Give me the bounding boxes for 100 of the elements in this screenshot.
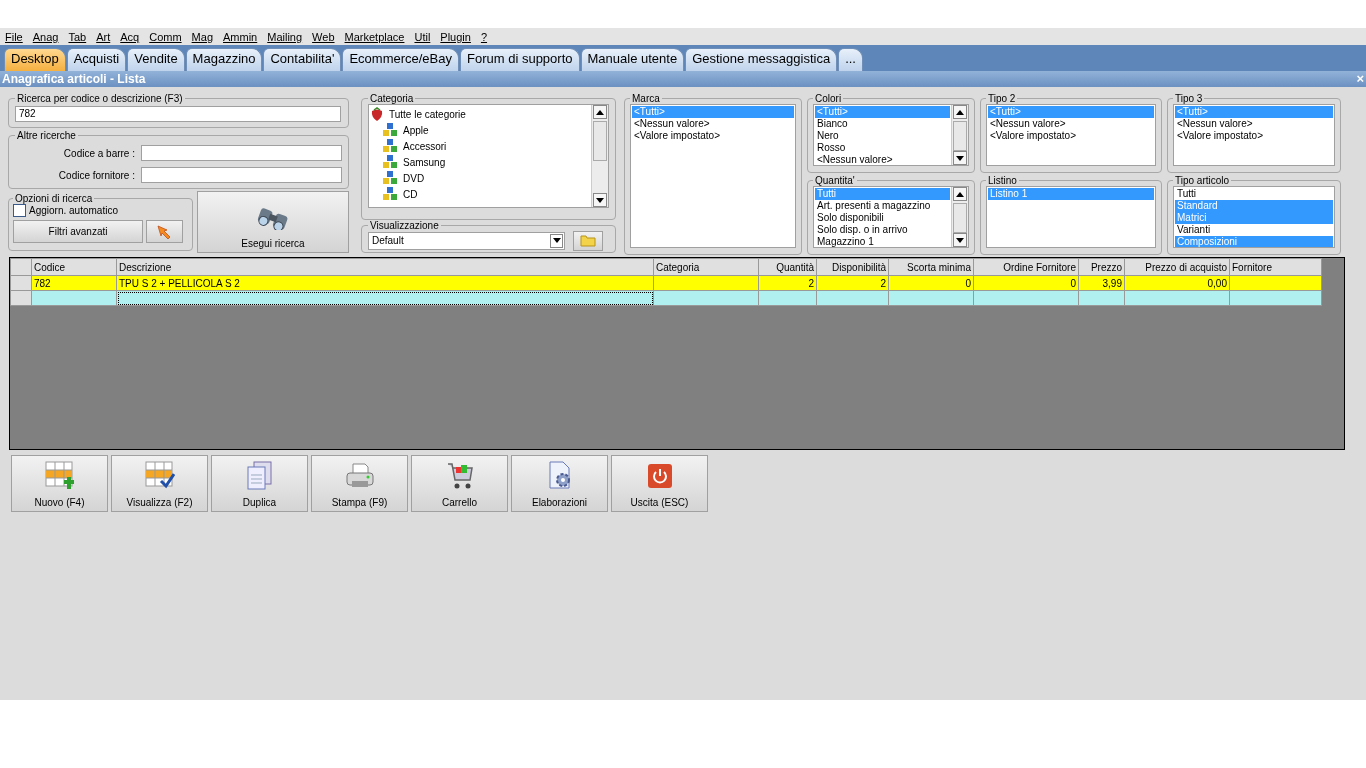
list-item[interactable]: Solo disp. o in arrivo [815, 224, 950, 236]
tab[interactable]: Gestione messaggistica [685, 48, 838, 71]
cubes-icon [382, 123, 398, 137]
toolbar-button[interactable]: Carrello [411, 455, 508, 512]
scrollbar[interactable] [591, 105, 608, 207]
tab[interactable]: Acquisti [66, 48, 127, 71]
tab[interactable]: Forum di supporto [460, 48, 580, 71]
toolbar-button[interactable]: Visualizza (F2) [111, 455, 208, 512]
list-item[interactable]: Tutti [1175, 188, 1333, 200]
list-item[interactable]: <Nessun valore> [815, 154, 950, 165]
search-field[interactable]: 782 [15, 106, 341, 122]
table-cell: 782 [34, 277, 51, 289]
list-item[interactable]: Rosso [815, 142, 950, 154]
down-arrow-icon[interactable] [956, 237, 964, 243]
cubes-icon [382, 155, 398, 169]
list-item[interactable]: Art. presenti a magazzino [815, 200, 950, 212]
tree-item[interactable]: CD [370, 186, 590, 202]
column-header[interactable]: Quantità [758, 258, 817, 276]
tree-item[interactable]: Tutte le categorie [370, 106, 590, 122]
scrollbar[interactable] [951, 105, 968, 165]
menu-item[interactable]: Util [414, 30, 431, 43]
group-title: Visualizzazione [369, 219, 440, 231]
menu-item[interactable]: Mag [191, 30, 213, 43]
tab[interactable]: Contabilita' [263, 48, 342, 71]
list-item[interactable]: Nero [815, 130, 950, 142]
cubes-icon [382, 139, 398, 153]
menu-item[interactable]: Plugin [440, 30, 471, 43]
column-header[interactable]: Ordine Fornitore [973, 258, 1079, 276]
column-header[interactable]: Codice [31, 258, 117, 276]
column-header[interactable]: Scorta minima [888, 258, 974, 276]
toolbar-button[interactable]: Duplica [211, 455, 308, 512]
input-field[interactable] [141, 145, 342, 161]
tab[interactable]: Magazzino [185, 48, 263, 71]
menu-item[interactable]: Art [96, 30, 111, 43]
grid-check-icon [144, 461, 175, 491]
scrollbar[interactable] [951, 187, 968, 247]
input-field[interactable] [141, 167, 342, 183]
table-cell: 2 [880, 277, 886, 289]
run-search-button[interactable]: Esegui ricerca [197, 191, 349, 253]
list-item[interactable]: Bianco [815, 118, 950, 130]
dropdown-arrow-icon[interactable] [552, 238, 561, 244]
table-cell: 3,99 [1102, 277, 1122, 289]
group-title: Listino [987, 175, 1018, 186]
list-item[interactable]: Varianti [1175, 224, 1333, 236]
table-cell: 0 [965, 277, 971, 289]
up-arrow-icon[interactable] [956, 191, 964, 197]
tab[interactable]: Desktop [4, 48, 66, 71]
binoculars-icon [256, 206, 290, 230]
menu-item[interactable]: Acq [120, 30, 140, 43]
menu-item[interactable]: Anag [32, 30, 59, 43]
menu-item[interactable]: ? [480, 30, 488, 43]
grid-plus-icon [44, 461, 75, 491]
tree-item[interactable]: Accessori [370, 138, 590, 154]
table-row[interactable] [10, 290, 1322, 306]
table-row[interactable]: 782 TPU S 2 + PELLICOLA S 2 2 2 0 0 3,99 0,00 [10, 275, 1322, 291]
down-arrow-icon[interactable] [596, 197, 604, 203]
menu-item[interactable]: Tab [68, 30, 87, 43]
column-header[interactable]: Fornitore [1229, 258, 1322, 276]
toolbar-button[interactable]: Uscita (ESC) [611, 455, 708, 512]
list-item[interactable]: <Nessun valore> [632, 118, 794, 130]
column-header[interactable]: Descrizione [116, 258, 654, 276]
up-arrow-icon[interactable] [596, 109, 604, 115]
menu-item[interactable]: Web [312, 30, 335, 43]
column-header[interactable]: Prezzo [1078, 258, 1125, 276]
toolbar-button[interactable]: Nuovo (F4) [11, 455, 108, 512]
toolbar-button[interactable]: Stampa (F9) [311, 455, 408, 512]
tab[interactable]: Vendite [127, 48, 185, 71]
down-arrow-icon[interactable] [956, 155, 964, 161]
menu-item[interactable]: Mailing [267, 30, 303, 43]
tree-item[interactable]: Apple [370, 122, 590, 138]
checkbox[interactable] [13, 204, 26, 217]
list-item[interactable]: Solo disponibili [815, 212, 950, 224]
pointer-button[interactable] [146, 220, 183, 243]
column-header[interactable]: Disponibilità [816, 258, 889, 276]
tab[interactable]: ... [838, 48, 863, 71]
table-cell: TPU S 2 + PELLICOLA S 2 [119, 277, 240, 289]
menu-item[interactable]: Marketplace [344, 30, 405, 43]
menu-item[interactable]: File [5, 30, 23, 43]
list-item[interactable]: <Valore impostato> [632, 130, 794, 142]
cubes-icon [382, 187, 398, 201]
tree-item[interactable]: Samsung [370, 154, 590, 170]
tree-item[interactable]: DVD [370, 170, 590, 186]
view-dropdown[interactable]: Default [368, 231, 565, 250]
menu-item[interactable]: Ammin [223, 30, 258, 43]
menu-item[interactable]: Comm [149, 30, 182, 43]
group-title: Tipo 3 [1174, 93, 1204, 104]
table-cell: 2 [808, 277, 814, 289]
group-title: Tipo 2 [987, 93, 1017, 104]
list-item[interactable]: <Valore impostato> [1175, 130, 1333, 142]
advanced-filters-button[interactable]: Filtri avanzati [13, 220, 143, 243]
toolbar-button[interactable]: Elaborazioni [511, 455, 608, 512]
tab[interactable]: Manuale utente [580, 48, 685, 71]
list-item[interactable]: <Valore impostato> [988, 130, 1154, 142]
list-item[interactable]: <Nessun valore> [1175, 118, 1333, 130]
list-item[interactable]: <Nessun valore> [988, 118, 1154, 130]
list-item[interactable]: Magazzino 1 [815, 236, 950, 247]
tab[interactable]: Ecommerce/eBay [342, 48, 459, 71]
up-arrow-icon[interactable] [956, 109, 964, 115]
column-header[interactable]: Prezzo di acquisto [1124, 258, 1230, 276]
column-header[interactable]: Categoria [653, 258, 759, 276]
